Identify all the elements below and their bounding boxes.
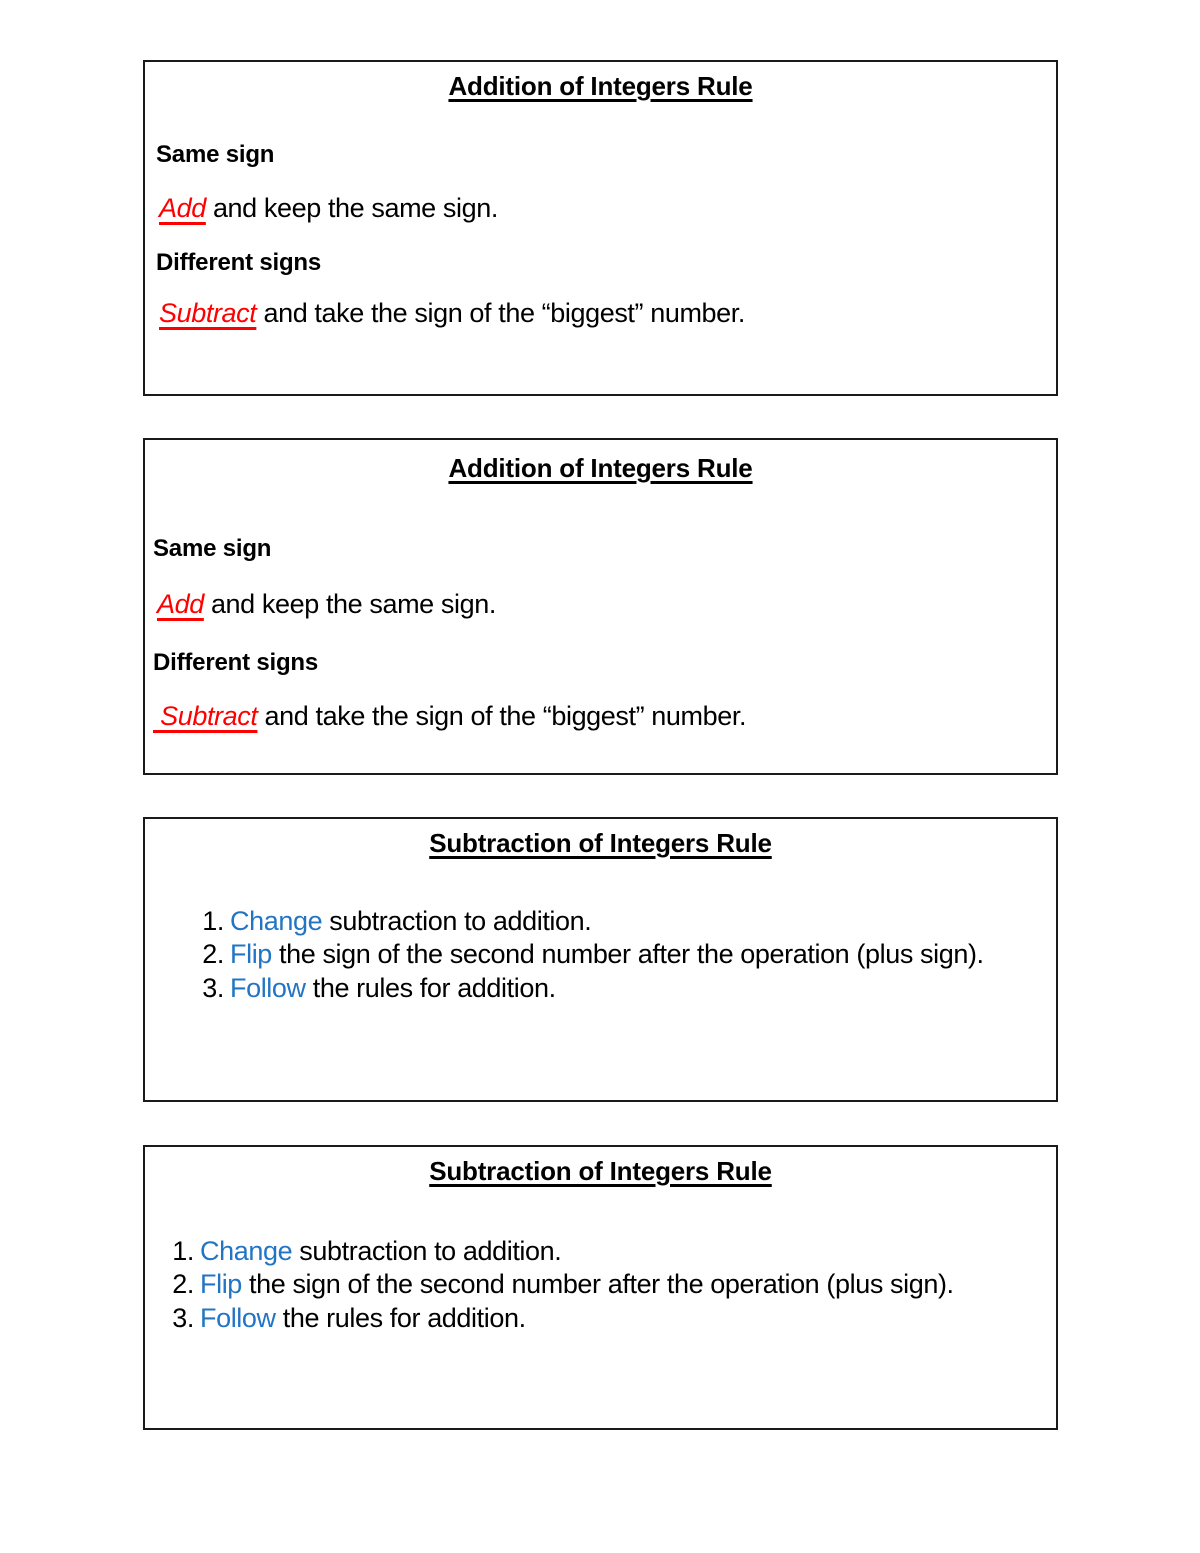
card-title: Addition of Integers Rule	[448, 71, 753, 101]
keyword-subtract: Subtract	[159, 298, 257, 329]
list-item-number: 2.	[202, 939, 224, 970]
keyword-add: Add	[159, 193, 206, 224]
list-item-text: the rules for addition.	[275, 1302, 526, 1333]
list-item-text: subtraction to addition.	[322, 905, 592, 936]
list-item-text: subtraction to addition.	[292, 1235, 562, 1266]
rule-line-same-sign-text: and keep the same sign.	[203, 589, 496, 620]
heading-different-signs: Different signs	[156, 248, 322, 276]
list-item: 2. Flip the sign of the second number aft…	[190, 938, 1056, 971]
list-item-number: 1.	[172, 1235, 194, 1266]
worksheet-page: Addition of Integers Rule Same sign Add …	[0, 0, 1200, 1553]
keyword-follow: Follow	[200, 1302, 276, 1333]
card-title: Subtraction of Integers Rule	[429, 828, 772, 858]
keyword-add: Add	[157, 589, 204, 620]
rule-line-different-signs-text: and take the sign of the “biggest” numbe…	[256, 298, 745, 329]
rule-line-same-sign-text: and keep the same sign.	[205, 193, 498, 224]
list-item-number: 3.	[172, 1302, 194, 1333]
heading-same-sign: Same sign	[153, 534, 272, 562]
list-item-number: 3.	[202, 972, 224, 1003]
subtraction-rule-card-1: Subtraction of Integers Rule 1. Change su…	[143, 817, 1058, 1102]
keyword-follow: Follow	[230, 972, 306, 1003]
list-item: 1. Change subtraction to addition.	[160, 1235, 1056, 1268]
rule-line-different-signs: Subtract and take the sign of the “bigge…	[159, 299, 1056, 329]
heading-same-sign: Same sign	[156, 140, 275, 168]
rule-line-same-sign: Add and keep the same sign.	[159, 193, 1056, 224]
rule-line-different-signs: Subtract and take the sign of the “bigge…	[153, 702, 1056, 732]
list-item: 3. Follow the rules for addition.	[160, 1302, 1056, 1335]
card-title: Addition of Integers Rule	[448, 453, 753, 483]
subtraction-rule-card-2: Subtraction of Integers Rule 1. Change su…	[143, 1145, 1058, 1430]
list-item: 3. Follow the rules for addition.	[190, 972, 1056, 1005]
rule-line-same-sign: Add and keep the same sign.	[157, 589, 1056, 620]
list-item: 2. Flip the sign of the second number aft…	[160, 1268, 1056, 1301]
keyword-subtract: Subtract	[153, 701, 258, 732]
addition-rule-card-1: Addition of Integers Rule Same sign Add …	[143, 60, 1058, 396]
keyword-change: Change	[230, 905, 323, 936]
list-item-text: the sign of the second number after the …	[241, 1269, 954, 1300]
list-item: 1. Change subtraction to addition.	[190, 905, 1056, 938]
subtraction-steps-list: 1. Change subtraction to addition. 2. Flip…	[160, 1235, 1056, 1335]
keyword-flip: Flip	[200, 1269, 242, 1300]
subtraction-steps-list: 1. Change subtraction to addition. 2. Flip…	[190, 905, 1056, 1005]
keyword-flip: Flip	[230, 939, 272, 970]
list-item-number: 1.	[202, 905, 224, 936]
addition-rule-card-2: Addition of Integers Rule Same sign Add …	[143, 438, 1058, 775]
rule-line-different-signs-text: and take the sign of the “biggest” numbe…	[257, 701, 747, 732]
card-title: Subtraction of Integers Rule	[429, 1156, 772, 1186]
keyword-change: Change	[200, 1235, 293, 1266]
heading-different-signs: Different signs	[153, 648, 319, 676]
list-item-text: the rules for addition.	[305, 972, 556, 1003]
list-item-number: 2.	[172, 1269, 194, 1300]
list-item-text: the sign of the second number after the …	[271, 939, 984, 970]
